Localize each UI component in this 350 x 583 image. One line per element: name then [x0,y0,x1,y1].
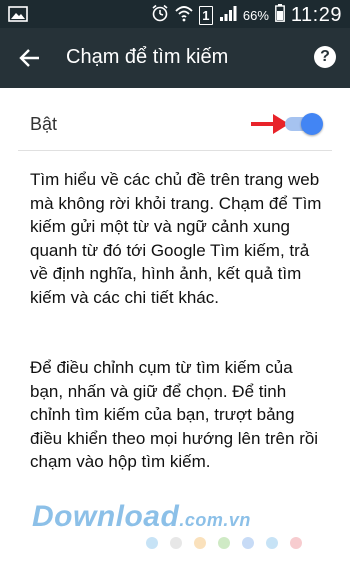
watermark-domain: .com.vn [179,510,251,530]
wifi-icon [175,4,193,27]
enable-toggle[interactable] [283,112,323,136]
watermark-dot [266,537,278,549]
status-bar: 1 66% 11:29 [0,0,350,28]
watermark-dot [194,537,206,549]
help-icon[interactable]: ? [314,46,336,68]
battery-percent: 66% [242,7,269,23]
watermark-dot [242,537,254,549]
alarm-icon [151,4,169,27]
sim-icon: 1 [198,5,213,25]
status-time: 11:29 [290,3,342,26]
description-paragraph: Tìm hiểu về các chủ đề trên trang web mà… [30,170,322,307]
download-watermark-logo: Download.com.vn [32,500,332,534]
watermark-dot [218,537,230,549]
watermark-dot [146,537,158,549]
watermark-dot [290,537,302,549]
back-arrow-icon[interactable] [18,46,42,70]
app-toolbar: Chạm để tìm kiếm ? [0,28,350,88]
toggle-thumb [301,113,323,135]
setting-label: Bật [30,114,58,134]
enable-setting-row[interactable]: Bật [18,102,332,151]
instructions-paragraph: Để điều chỉnh cụm từ tìm kiếm của bạn, n… [30,358,319,471]
signal-icon [219,4,237,27]
image-icon [8,6,28,27]
battery-icon [275,3,285,27]
page-title: Chạm để tìm kiếm [66,46,229,68]
watermark-dots [146,537,314,551]
watermark-brand: Download [32,500,180,533]
watermark-dot [170,537,182,549]
